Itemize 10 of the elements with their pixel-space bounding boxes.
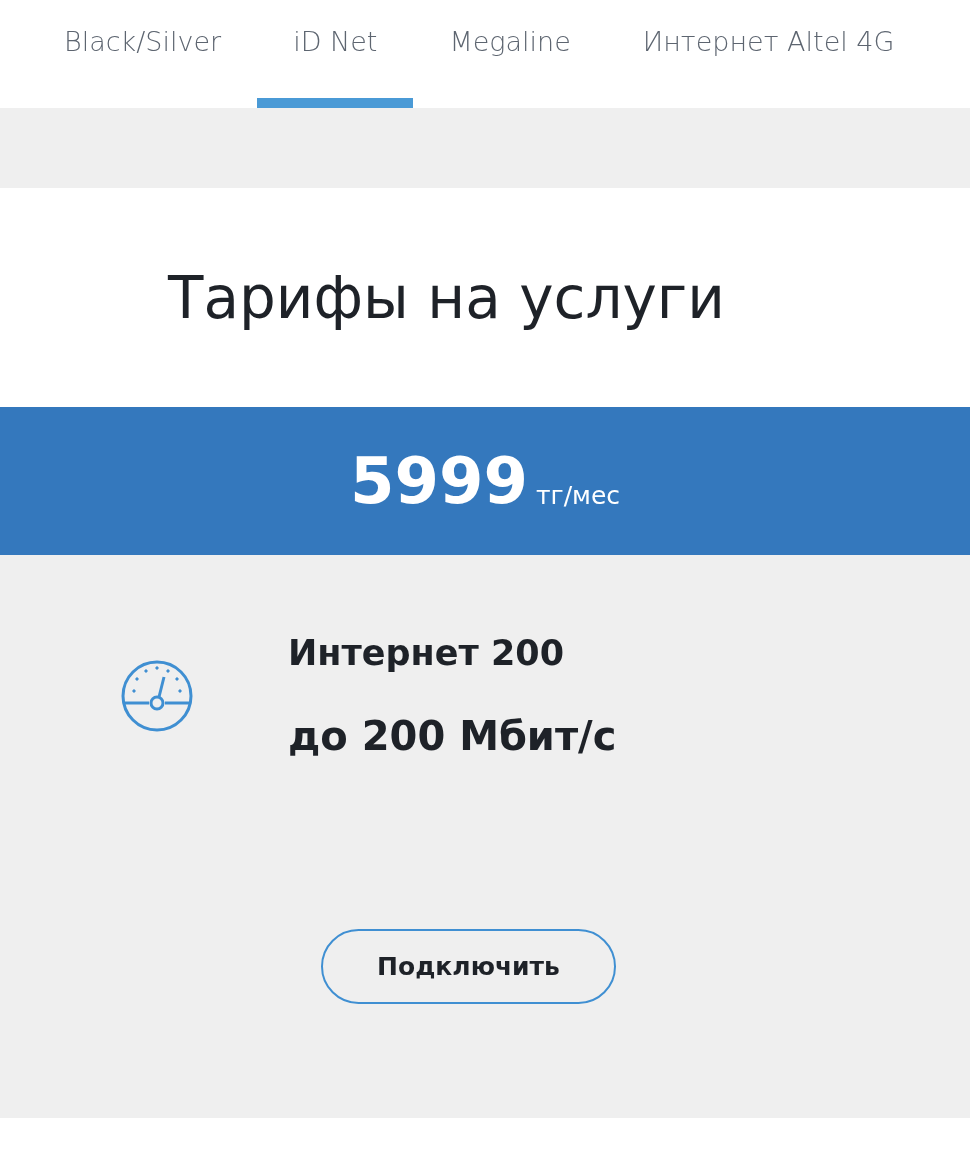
plan-speed: до 200 Мбит/с <box>288 713 617 759</box>
tab[interactable]: Интернет Altel 4G <box>606 0 931 108</box>
price-amount: 5999 <box>349 444 528 518</box>
price-unit: тг/мес <box>536 480 621 510</box>
tab[interactable]: Megaline <box>413 0 607 108</box>
page-title: Тарифы на услуги <box>168 263 725 332</box>
plan-name: Интернет 200 <box>288 633 565 673</box>
connect-button[interactable]: Подключить <box>321 929 616 1004</box>
speedometer-icon <box>120 659 194 733</box>
tab[interactable]: Black/Silver <box>28 0 258 108</box>
